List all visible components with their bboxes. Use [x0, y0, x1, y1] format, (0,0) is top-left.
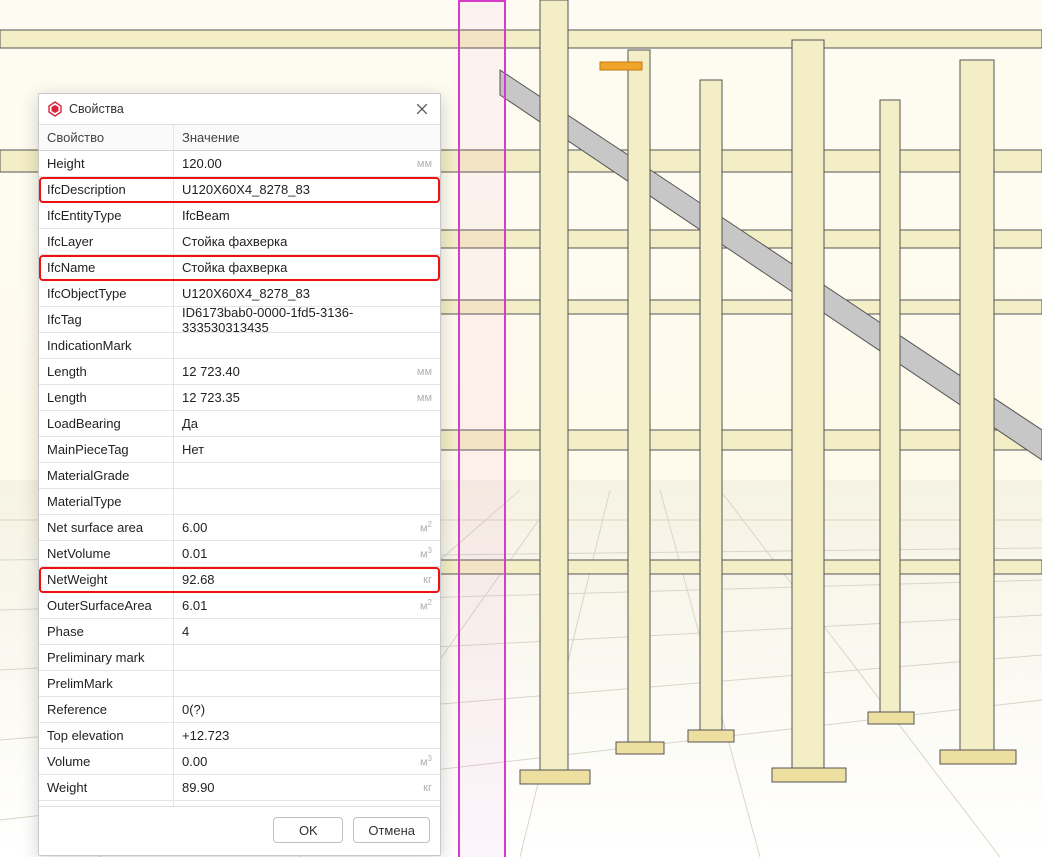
property-name: OuterSurfaceArea — [39, 593, 174, 618]
property-row[interactable]: IfcDescriptionU120X60X4_8278_83 — [39, 177, 440, 203]
property-value[interactable] — [174, 671, 440, 696]
grid-header: Свойство Значение — [39, 125, 440, 151]
property-row[interactable]: Volume0.00м3 — [39, 749, 440, 775]
property-value[interactable]: 6.00м2 — [174, 515, 440, 540]
property-value[interactable]: 0.00м3 — [174, 749, 440, 774]
app-icon — [47, 101, 63, 117]
property-row[interactable]: Weight89.90кг — [39, 775, 440, 801]
selected-element-highlight[interactable] — [458, 0, 506, 857]
unit-label: м3 — [420, 546, 432, 561]
property-row[interactable]: OuterSurfaceArea6.01м2 — [39, 593, 440, 619]
property-row[interactable]: IfcLayerСтойка фахверка — [39, 229, 440, 255]
property-value[interactable]: Да — [174, 411, 440, 436]
unit-label: м2 — [420, 598, 432, 613]
col-key: Свойство — [39, 125, 174, 150]
property-name: IfcLayer — [39, 229, 174, 254]
property-row[interactable]: MaterialType — [39, 489, 440, 515]
property-row[interactable]: IfcEntityTypeIfcBeam — [39, 203, 440, 229]
property-name: Volume — [39, 749, 174, 774]
property-name: Phase — [39, 619, 174, 644]
property-name: Length — [39, 359, 174, 384]
property-value[interactable]: U120X60X4_8278_83 — [174, 177, 440, 202]
unit-label: м3 — [420, 754, 432, 769]
col-value: Значение — [174, 125, 440, 150]
property-value[interactable] — [174, 489, 440, 514]
dialog-titlebar[interactable]: Свойства — [39, 94, 440, 125]
property-row[interactable]: Length12 723.40мм — [39, 359, 440, 385]
property-name: NetVolume — [39, 541, 174, 566]
property-value[interactable]: 120.00мм — [174, 151, 440, 176]
property-name: Net surface area — [39, 515, 174, 540]
property-name: Height — [39, 151, 174, 176]
property-name: MainPieceTag — [39, 437, 174, 462]
properties-dialog: Свойства Свойство Значение Height120.00м… — [38, 93, 441, 856]
property-value[interactable]: 12 723.40мм — [174, 359, 440, 384]
ok-button[interactable]: OK — [273, 817, 343, 843]
property-value[interactable]: 0.01м3 — [174, 541, 440, 566]
property-value[interactable]: Стойка фахверка — [174, 255, 440, 280]
property-name: MaterialType — [39, 489, 174, 514]
property-row[interactable]: NetVolume0.01м3 — [39, 541, 440, 567]
property-name: Reference — [39, 697, 174, 722]
unit-label: мм — [417, 366, 432, 378]
unit-label: м2 — [420, 520, 432, 535]
close-button[interactable] — [412, 99, 432, 119]
close-icon — [417, 104, 427, 114]
property-name: IfcTag — [39, 307, 174, 332]
property-row[interactable]: IfcNameСтойка фахверка — [39, 255, 440, 281]
property-row[interactable]: Phase4 — [39, 619, 440, 645]
property-name: IfcDescription — [39, 177, 174, 202]
unit-label: кг — [423, 574, 432, 586]
property-name: NetWeight — [39, 567, 174, 592]
property-name: LoadBearing — [39, 411, 174, 436]
property-value[interactable]: IfcBeam — [174, 203, 440, 228]
property-row[interactable]: NetWeight92.68кг — [39, 567, 440, 593]
dialog-title: Свойства — [69, 102, 412, 116]
property-value[interactable] — [174, 333, 440, 358]
property-value[interactable]: 89.90кг — [174, 775, 440, 800]
property-name: IfcObjectType — [39, 281, 174, 306]
property-value[interactable]: ID6173bab0-0000-1fd5-3136-333530313435 — [174, 307, 440, 332]
unit-label: кг — [423, 782, 432, 794]
property-row[interactable]: Top elevation +12.723 — [39, 723, 440, 749]
property-name: Top elevation — [39, 723, 174, 748]
property-row[interactable]: PrelimMark — [39, 671, 440, 697]
property-value[interactable]: Стойка фахверка — [174, 229, 440, 254]
property-name: PrelimMark — [39, 671, 174, 696]
cancel-button[interactable]: Отмена — [353, 817, 430, 843]
dialog-footer: OK Отмена — [39, 807, 440, 855]
property-row[interactable]: Height120.00мм — [39, 151, 440, 177]
property-name: Preliminary mark — [39, 645, 174, 670]
property-value[interactable] — [174, 463, 440, 488]
property-name: IfcEntityType — [39, 203, 174, 228]
property-name: IfcName — [39, 255, 174, 280]
property-value[interactable]: 0(?) — [174, 697, 440, 722]
unit-label: мм — [417, 158, 432, 170]
property-name: MaterialGrade — [39, 463, 174, 488]
property-row[interactable]: IfcObjectTypeU120X60X4_8278_83 — [39, 281, 440, 307]
property-value[interactable]: U120X60X4_8278_83 — [174, 281, 440, 306]
property-value[interactable] — [174, 645, 440, 670]
property-name: Length — [39, 385, 174, 410]
property-name: IndicationMark — [39, 333, 174, 358]
property-value[interactable]: Нет — [174, 437, 440, 462]
property-row[interactable]: Net surface area6.00м2 — [39, 515, 440, 541]
property-row[interactable]: IndicationMark — [39, 333, 440, 359]
property-value[interactable]: 12 723.35мм — [174, 385, 440, 410]
property-row[interactable]: MaterialGrade — [39, 463, 440, 489]
property-row[interactable]: IfcTagID6173bab0-0000-1fd5-3136-33353031… — [39, 307, 440, 333]
unit-label: мм — [417, 392, 432, 404]
property-value[interactable]: 92.68кг — [174, 567, 440, 592]
property-value[interactable]: 6.01м2 — [174, 593, 440, 618]
property-row[interactable]: MainPieceTagНет — [39, 437, 440, 463]
property-row[interactable]: LoadBearingДа — [39, 411, 440, 437]
property-row[interactable]: Preliminary mark — [39, 645, 440, 671]
property-value[interactable]: +12.723 — [174, 723, 440, 748]
property-name: Weight — [39, 775, 174, 800]
property-row[interactable]: Reference0(?) — [39, 697, 440, 723]
property-grid[interactable]: Свойство Значение Height120.00ммIfcDescr… — [39, 125, 440, 807]
property-row[interactable]: Length12 723.35мм — [39, 385, 440, 411]
property-value[interactable]: 4 — [174, 619, 440, 644]
